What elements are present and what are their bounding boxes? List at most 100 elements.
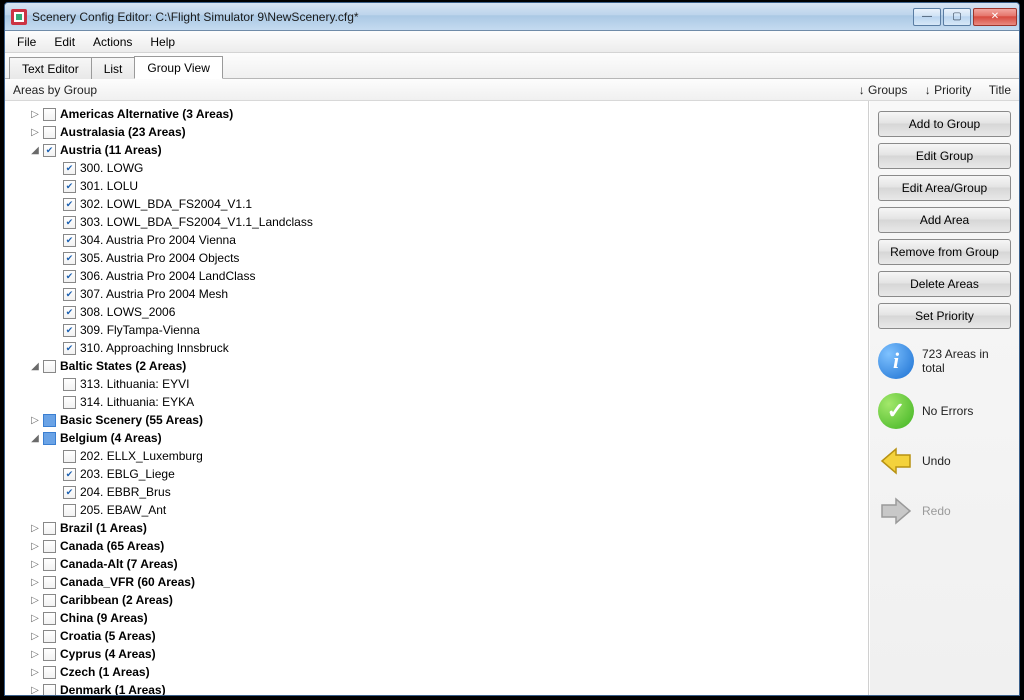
checkbox[interactable]	[43, 576, 56, 589]
edit-area-group-button[interactable]: Edit Area/Group	[878, 175, 1011, 201]
expander-icon[interactable]: ▷	[29, 649, 41, 660]
tree-item[interactable]: 205. EBAW_Ant	[9, 501, 868, 519]
checkbox[interactable]	[63, 396, 76, 409]
menu-actions[interactable]: Actions	[85, 33, 140, 51]
checkbox[interactable]	[43, 360, 56, 373]
tree-view[interactable]: ▷Americas Alternative (3 Areas)▷Australa…	[5, 101, 869, 695]
expander-icon[interactable]: ▷	[29, 577, 41, 588]
menu-file[interactable]: File	[9, 33, 44, 51]
expander-icon[interactable]: ◢	[29, 361, 41, 372]
expander-icon[interactable]: ▷	[29, 109, 41, 120]
expander-icon[interactable]: ▷	[29, 685, 41, 696]
tree-group[interactable]: ▷Denmark (1 Areas)	[9, 681, 868, 695]
checkbox[interactable]	[43, 648, 56, 661]
checkbox[interactable]	[43, 594, 56, 607]
tree-item[interactable]: 314. Lithuania: EYKA	[9, 393, 868, 411]
tree-item[interactable]: 303. LOWL_BDA_FS2004_V1.1_Landclass	[9, 213, 868, 231]
tree-group[interactable]: ▷Canada (65 Areas)	[9, 537, 868, 555]
tree-item[interactable]: 306. Austria Pro 2004 LandClass	[9, 267, 868, 285]
tree-group[interactable]: ▷Cyprus (4 Areas)	[9, 645, 868, 663]
tree-group[interactable]: ▷Canada-Alt (7 Areas)	[9, 555, 868, 573]
checkbox[interactable]	[43, 630, 56, 643]
tree-group[interactable]: ◢Belgium (4 Areas)	[9, 429, 868, 447]
expander-icon[interactable]: ▷	[29, 631, 41, 642]
checkbox[interactable]	[63, 486, 76, 499]
tree-group[interactable]: ▷Caribbean (2 Areas)	[9, 591, 868, 609]
remove-from-group-button[interactable]: Remove from Group	[878, 239, 1011, 265]
checkbox[interactable]	[43, 144, 56, 157]
tab-group-view[interactable]: Group View	[134, 56, 222, 79]
checkbox[interactable]	[63, 324, 76, 337]
titlebar[interactable]: Scenery Config Editor: C:\Flight Simulat…	[5, 3, 1019, 31]
tree-item[interactable]: 313. Lithuania: EYVI	[9, 375, 868, 393]
tree-item[interactable]: 304. Austria Pro 2004 Vienna	[9, 231, 868, 249]
tree-group[interactable]: ▷Basic Scenery (55 Areas)	[9, 411, 868, 429]
tree-item[interactable]: 307. Austria Pro 2004 Mesh	[9, 285, 868, 303]
expander-icon[interactable]: ◢	[29, 145, 41, 156]
expander-icon[interactable]: ▷	[29, 595, 41, 606]
tab-text-editor[interactable]: Text Editor	[9, 57, 92, 79]
expander-icon[interactable]: ▷	[29, 523, 41, 534]
tree-group[interactable]: ◢Baltic States (2 Areas)	[9, 357, 868, 375]
tree-group[interactable]: ◢Austria (11 Areas)	[9, 141, 868, 159]
tree-item[interactable]: 310. Approaching Innsbruck	[9, 339, 868, 357]
checkbox[interactable]	[43, 540, 56, 553]
checkbox[interactable]	[43, 558, 56, 571]
expander-icon[interactable]: ▷	[29, 613, 41, 624]
expander-icon[interactable]: ◢	[29, 433, 41, 444]
checkbox[interactable]	[63, 306, 76, 319]
checkbox[interactable]	[63, 216, 76, 229]
delete-areas-button[interactable]: Delete Areas	[878, 271, 1011, 297]
add-to-group-button[interactable]: Add to Group	[878, 111, 1011, 137]
add-area-button[interactable]: Add Area	[878, 207, 1011, 233]
checkbox[interactable]	[43, 612, 56, 625]
checkbox[interactable]	[43, 432, 56, 445]
expander-icon[interactable]: ▷	[29, 415, 41, 426]
tree-group[interactable]: ▷Americas Alternative (3 Areas)	[9, 105, 868, 123]
menu-edit[interactable]: Edit	[46, 33, 83, 51]
checkbox[interactable]	[43, 414, 56, 427]
checkbox[interactable]	[63, 162, 76, 175]
checkbox[interactable]	[43, 522, 56, 535]
tree-item[interactable]: 309. FlyTampa-Vienna	[9, 321, 868, 339]
tree-item[interactable]: 305. Austria Pro 2004 Objects	[9, 249, 868, 267]
checkbox[interactable]	[63, 378, 76, 391]
menu-help[interactable]: Help	[142, 33, 183, 51]
tree-item[interactable]: 204. EBBR_Brus	[9, 483, 868, 501]
checkbox[interactable]	[63, 252, 76, 265]
expander-icon[interactable]: ▷	[29, 541, 41, 552]
close-button[interactable]: ✕	[973, 8, 1017, 26]
tree-group[interactable]: ▷Czech (1 Areas)	[9, 663, 868, 681]
tree-item[interactable]: 202. ELLX_Luxemburg	[9, 447, 868, 465]
checkbox[interactable]	[43, 108, 56, 121]
checkbox[interactable]	[63, 288, 76, 301]
checkbox[interactable]	[63, 180, 76, 193]
minimize-button[interactable]: —	[913, 8, 941, 26]
checkbox[interactable]	[63, 450, 76, 463]
tree-item[interactable]: 302. LOWL_BDA_FS2004_V1.1	[9, 195, 868, 213]
set-priority-button[interactable]: Set Priority	[878, 303, 1011, 329]
expander-icon[interactable]: ▷	[29, 127, 41, 138]
tree-group[interactable]: ▷Australasia (23 Areas)	[9, 123, 868, 141]
tree-item[interactable]: 300. LOWG	[9, 159, 868, 177]
checkbox[interactable]	[63, 504, 76, 517]
checkbox[interactable]	[63, 342, 76, 355]
expander-icon[interactable]: ▷	[29, 559, 41, 570]
tree-group[interactable]: ▷Croatia (5 Areas)	[9, 627, 868, 645]
col-groups[interactable]: ↓ Groups	[859, 83, 908, 97]
tree-group[interactable]: ▷Brazil (1 Areas)	[9, 519, 868, 537]
col-priority[interactable]: ↓ Priority	[925, 83, 972, 97]
checkbox[interactable]	[43, 126, 56, 139]
checkbox[interactable]	[63, 234, 76, 247]
tree-group[interactable]: ▷China (9 Areas)	[9, 609, 868, 627]
maximize-button[interactable]: ▢	[943, 8, 971, 26]
tree-item[interactable]: 203. EBLG_Liege	[9, 465, 868, 483]
tab-list[interactable]: List	[91, 57, 136, 79]
tree-item[interactable]: 301. LOLU	[9, 177, 868, 195]
checkbox[interactable]	[63, 468, 76, 481]
checkbox[interactable]	[63, 270, 76, 283]
tree-group[interactable]: ▷Canada_VFR (60 Areas)	[9, 573, 868, 591]
tree-item[interactable]: 308. LOWS_2006	[9, 303, 868, 321]
col-areas-by-group[interactable]: Areas by Group	[13, 83, 845, 97]
edit-group-button[interactable]: Edit Group	[878, 143, 1011, 169]
